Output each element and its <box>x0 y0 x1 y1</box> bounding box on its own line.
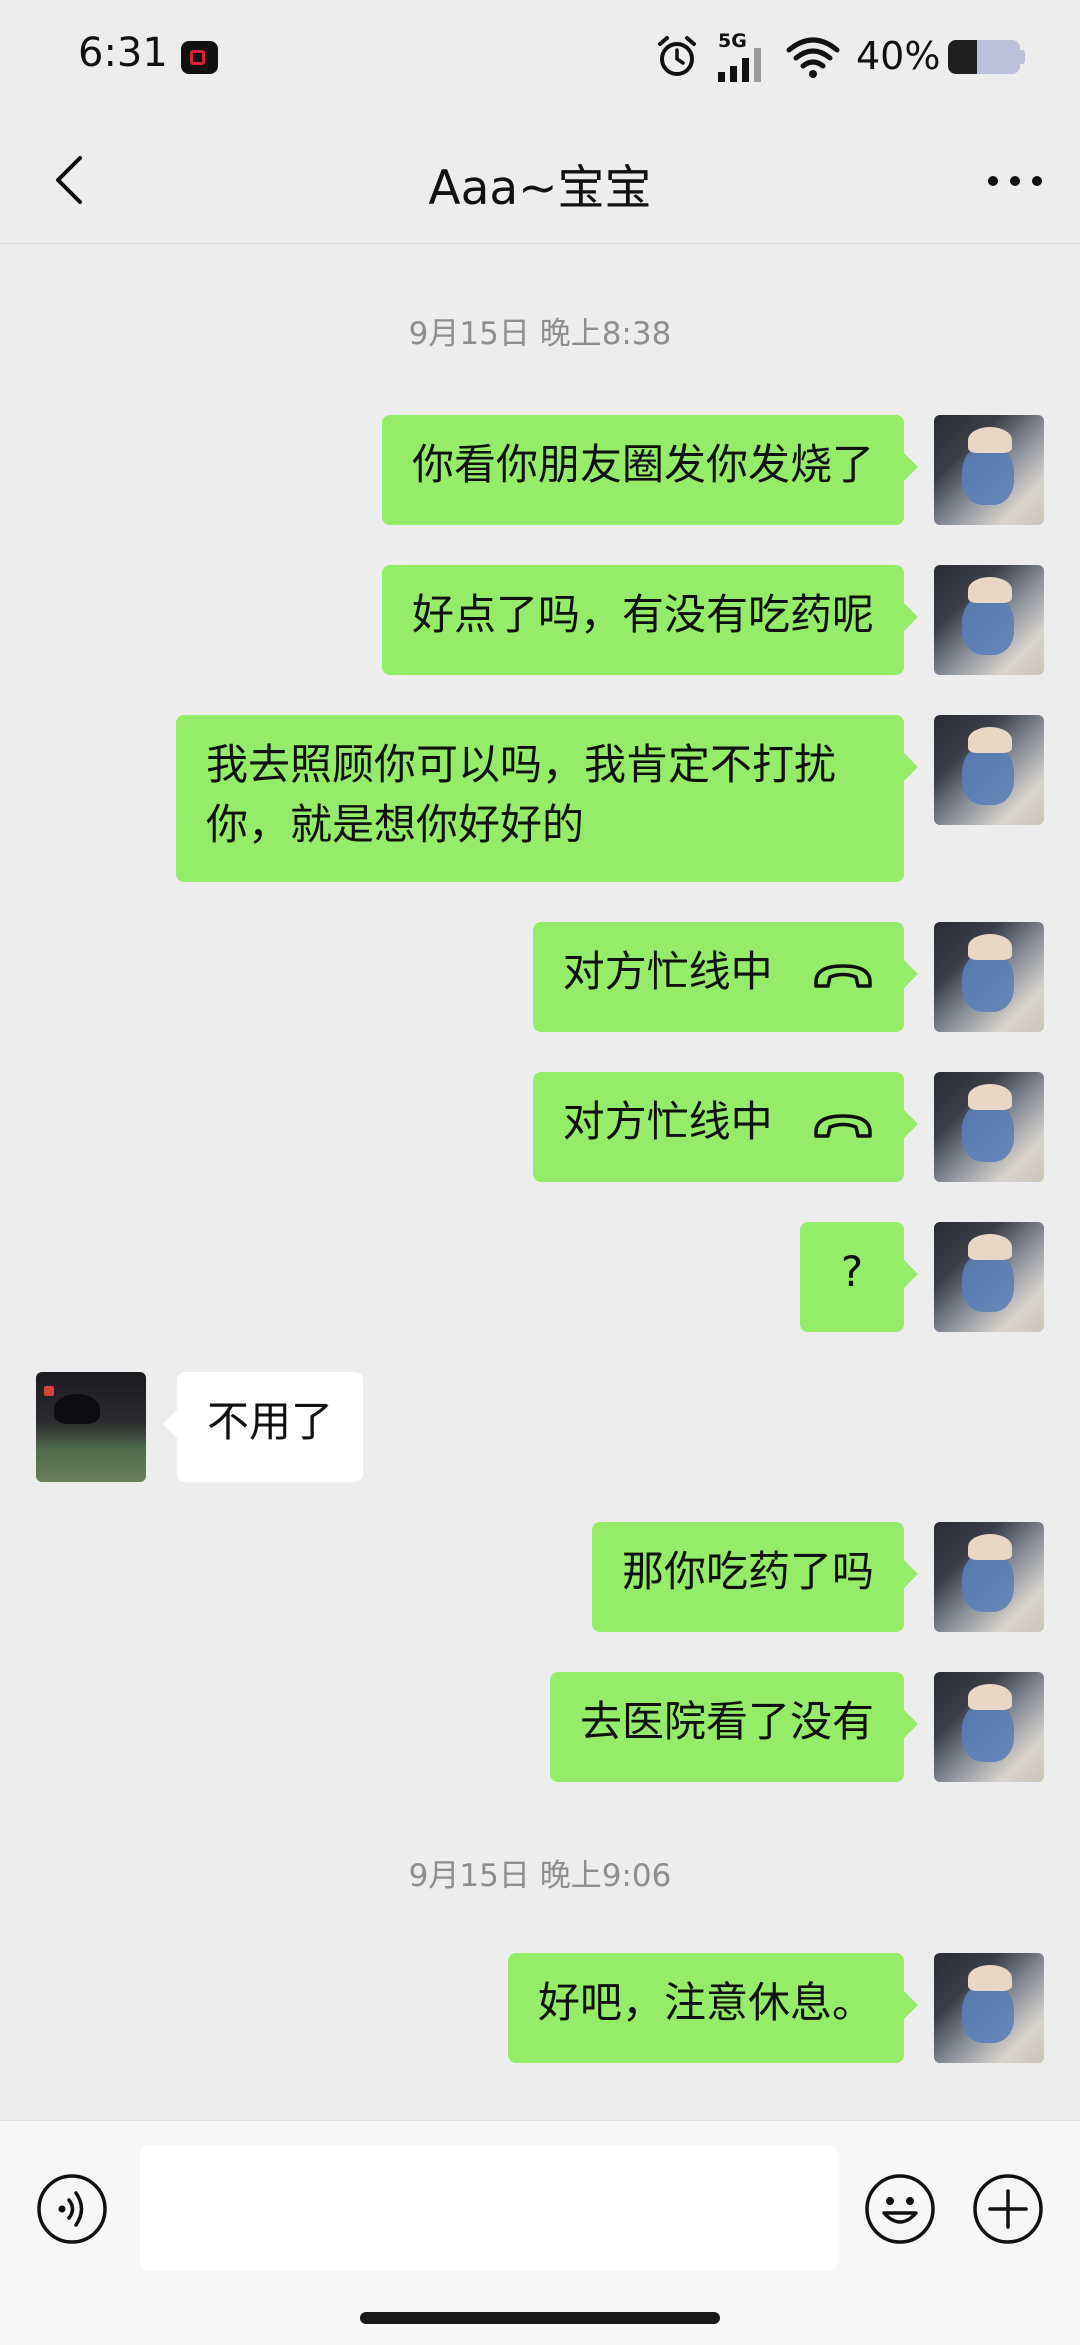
message-text: 好点了吗，有没有吃药呢 <box>411 590 874 639</box>
my-avatar[interactable] <box>934 1072 1044 1182</box>
message-bubble-sent[interactable]: 好吧，注意休息。 <box>507 1953 919 2063</box>
message-bubble-sent[interactable]: 去医院看了没有 <box>549 1672 919 1782</box>
message-text: 对方忙线中 <box>562 1097 773 1146</box>
battery-percent: 40% <box>856 34 941 78</box>
message-text: 去医院看了没有 <box>579 1697 874 1746</box>
screen-record-icon <box>181 41 218 74</box>
status-time: 6:31 <box>78 30 168 76</box>
message-input[interactable] <box>140 2145 838 2271</box>
home-indicator[interactable] <box>360 2312 720 2324</box>
message-bubble-sent[interactable]: ? <box>800 1222 918 1332</box>
more-functions-button[interactable] <box>972 2173 1044 2245</box>
message-bubble-sent[interactable]: 我去照顾你可以吗，我肯定不打扰你，就是想你好好的 <box>176 715 918 882</box>
signal-icon: 5G <box>716 30 772 82</box>
my-avatar[interactable] <box>934 1672 1044 1782</box>
message-text: 那你吃药了吗 <box>621 1547 874 1596</box>
contact-avatar[interactable] <box>36 1372 146 1482</box>
timestamp: 9月15日 晚上9:06 <box>408 1858 672 1894</box>
timestamp: 9月15日 晚上8:38 <box>408 316 672 352</box>
my-avatar[interactable] <box>934 415 1044 525</box>
my-avatar[interactable] <box>934 715 1044 825</box>
message-text: 对方忙线中 <box>562 947 773 996</box>
more-options-button[interactable] <box>980 169 1050 193</box>
message-text: ? <box>840 1247 864 1296</box>
message-bubble-received[interactable]: 不用了 <box>162 1372 364 1482</box>
my-avatar[interactable] <box>934 1522 1044 1632</box>
my-avatar[interactable] <box>934 922 1044 1032</box>
wifi-icon <box>786 37 840 78</box>
call-record-bubble[interactable]: 对方忙线中 <box>532 1072 919 1182</box>
message-text: 我去照顾你可以吗，我肯定不打扰你，就是想你好好的 <box>206 740 837 849</box>
chat-header: Aaa~宝宝 <box>0 115 1080 244</box>
battery-cap <box>1020 50 1025 64</box>
emoji-button[interactable] <box>864 2173 936 2245</box>
chat-title: Aaa~宝宝 <box>428 161 652 216</box>
message-bubble-sent[interactable]: 好点了吗，有没有吃药呢 <box>381 565 919 675</box>
voice-input-button[interactable] <box>36 2173 108 2245</box>
message-text: 你看你朋友圈发你发烧了 <box>411 440 874 489</box>
message-bubble-sent[interactable]: 你看你朋友圈发你发烧了 <box>381 415 919 525</box>
call-record-bubble[interactable]: 对方忙线中 <box>532 922 919 1032</box>
hang-up-icon <box>814 1113 872 1138</box>
message-bubble-sent[interactable]: 那你吃药了吗 <box>591 1522 919 1632</box>
message-text: 好吧，注意休息。 <box>537 1978 874 2027</box>
message-text: 不用了 <box>207 1397 334 1446</box>
status-bar: 6:31 5G 40% <box>0 0 1080 115</box>
my-avatar[interactable] <box>934 1222 1044 1332</box>
hang-up-icon <box>814 963 872 988</box>
battery-icon <box>948 40 1020 74</box>
my-avatar[interactable] <box>934 565 1044 675</box>
alarm-icon <box>658 36 696 76</box>
my-avatar[interactable] <box>934 1953 1044 2063</box>
